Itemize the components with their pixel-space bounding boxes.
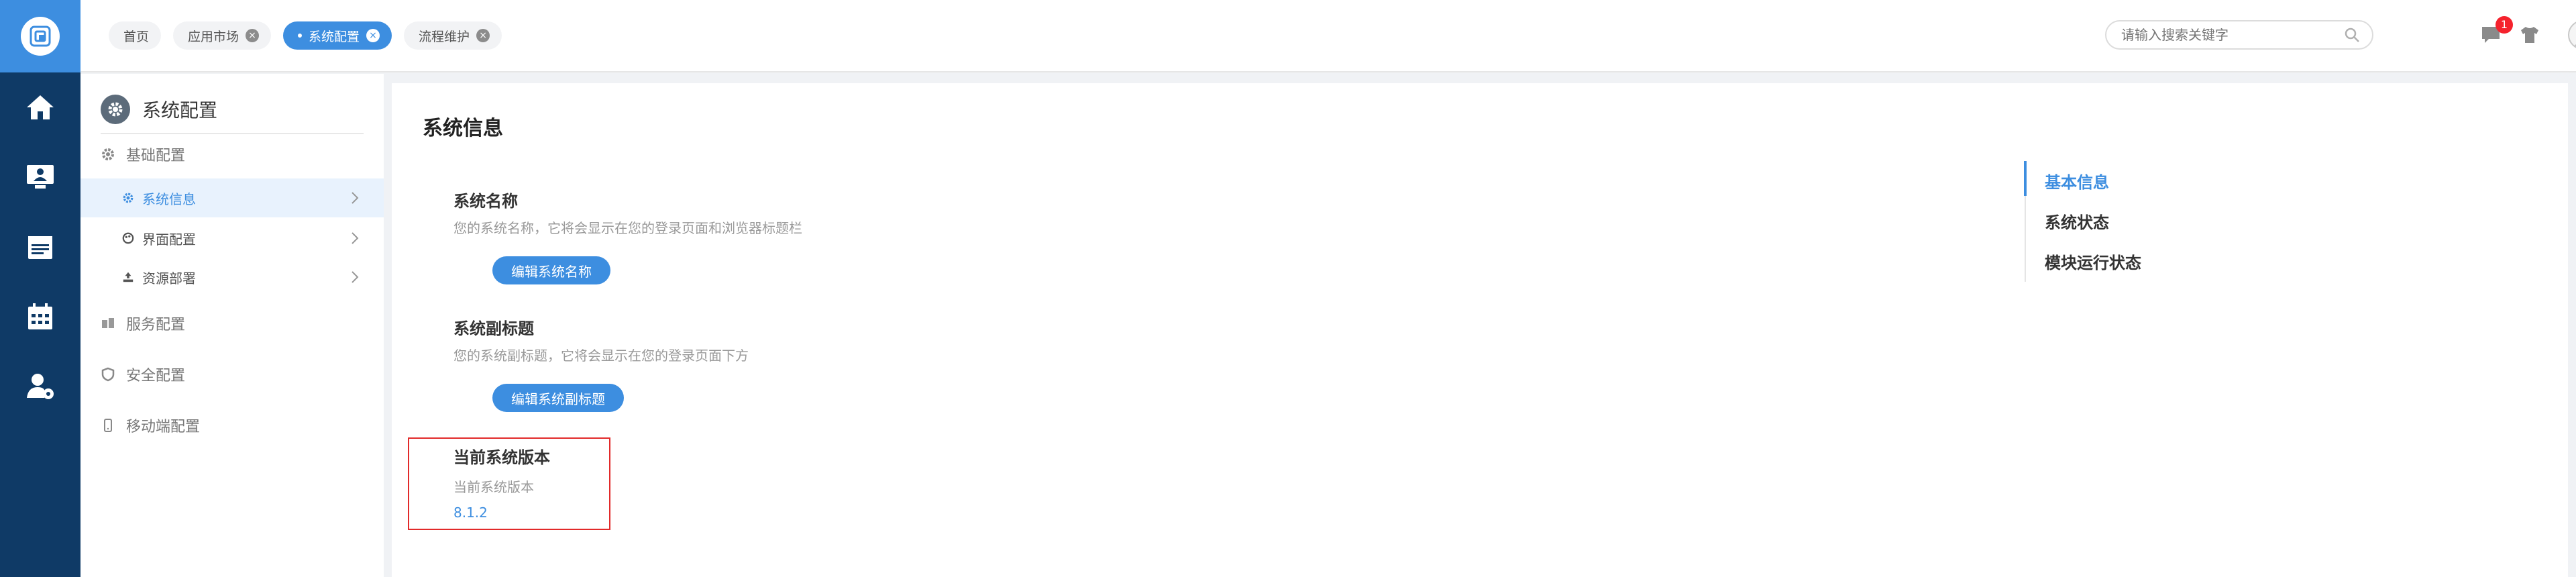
edit-system-name-button[interactable]: 编辑系统名称	[492, 256, 610, 284]
tab-home[interactable]: 首页	[109, 21, 162, 50]
anchor-active-bar	[2024, 161, 2027, 196]
user-avatar-icon	[2572, 44, 2576, 48]
version-desc: 当前系统版本	[453, 479, 534, 495]
gear-icon	[102, 148, 114, 160]
palette-icon	[122, 232, 134, 244]
skin-icon[interactable]	[2520, 25, 2540, 44]
chevron-right-icon	[352, 232, 359, 244]
gear-icon	[101, 95, 130, 124]
service-icon	[102, 318, 114, 328]
sidebar-item-label: 资源部署	[142, 270, 196, 286]
system-subtitle-title: 系统副标题	[453, 319, 534, 338]
sidebar-group-label: 安全配置	[126, 368, 186, 384]
gear-icon	[123, 193, 133, 203]
monitor-user-icon	[27, 165, 54, 189]
tab-label: 应用市场	[188, 29, 239, 44]
close-icon[interactable]: ×	[246, 29, 260, 42]
sidebar-item-label: 系统信息	[142, 191, 196, 207]
sidebar-title: 系统配置	[142, 99, 218, 121]
version-value: 8.1.2	[453, 505, 488, 521]
app-logo[interactable]	[0, 0, 80, 72]
edit-system-subtitle-button[interactable]: 编辑系统副标题	[492, 384, 624, 412]
tab-label: 首页	[123, 29, 150, 44]
search-box	[2105, 20, 2373, 50]
sidebar-group-mobile[interactable]: 移动端配置	[101, 412, 200, 439]
system-subtitle-desc: 您的系统副标题，它将会显示在您的登录页面下方	[453, 348, 749, 364]
mobile-icon	[104, 419, 112, 432]
sidebar-group-label: 服务配置	[126, 317, 186, 333]
rail-home[interactable]	[0, 72, 80, 142]
tab-system-config[interactable]: 系统配置 ×	[283, 21, 392, 50]
sidebar-group-service[interactable]: 服务配置	[101, 310, 185, 337]
close-icon[interactable]: ×	[476, 29, 490, 42]
sidebar-item-resource-deploy[interactable]: 资源部署	[80, 258, 384, 297]
version-title: 当前系统版本	[453, 448, 550, 467]
sidebar-item-label: 界面配置	[142, 231, 196, 248]
sidebar-group-label: 基础配置	[126, 148, 186, 164]
shield-icon	[101, 367, 115, 382]
config-sidebar: 系统配置 基础配置 系统信息 界面配置 资源部署 服务配置 安全配置 移动端配置	[80, 74, 384, 577]
chevron-right-icon	[352, 271, 359, 283]
home-icon	[27, 95, 54, 119]
anchor-basic-info[interactable]: 基本信息	[2045, 169, 2109, 193]
tab-strip: 首页 应用市场 × 系统配置 × 流程维护 ×	[109, 21, 502, 50]
rail-monitor[interactable]	[0, 142, 80, 212]
chevron-right-icon	[352, 192, 359, 204]
avatar[interactable]	[2568, 20, 2576, 50]
rail-list[interactable]	[0, 212, 80, 282]
page-title: 系统信息	[423, 117, 503, 140]
anchor-nav: 基本信息 系统状态 模块运行状态	[2024, 161, 2186, 282]
rail-user-settings[interactable]	[0, 352, 80, 421]
sidebar-item-ui-config[interactable]: 界面配置	[80, 219, 384, 258]
search-icon[interactable]	[2344, 27, 2360, 43]
notification-badge: 1	[2496, 16, 2513, 34]
tab-process-maintenance[interactable]: 流程维护 ×	[404, 21, 502, 50]
tab-app-market[interactable]: 应用市场 ×	[173, 21, 272, 50]
system-name-desc: 您的系统名称，它将会显示在您的登录页面和浏览器标题栏	[453, 220, 802, 236]
top-bar: 首页 应用市场 × 系统配置 × 流程维护 × 1	[80, 0, 2576, 72]
anchor-module-status[interactable]: 模块运行状态	[2045, 250, 2141, 273]
upload-icon	[123, 272, 133, 282]
sidebar-group-basic[interactable]: 基础配置	[101, 141, 185, 168]
search-input[interactable]	[2121, 27, 2344, 43]
tab-label: 系统配置	[309, 29, 360, 44]
tab-label: 流程维护	[419, 29, 470, 44]
rail-calendar[interactable]	[0, 282, 80, 352]
panel-divider	[384, 74, 389, 577]
sidebar-item-system-info[interactable]: 系统信息	[80, 178, 384, 217]
sidebar-header: 系统配置	[101, 86, 364, 134]
sidebar-group-security[interactable]: 安全配置	[101, 361, 185, 388]
notification-button[interactable]: 1	[2481, 16, 2513, 46]
logo-icon	[21, 17, 60, 56]
user-settings-icon	[27, 374, 54, 399]
anchor-system-status[interactable]: 系统状态	[2045, 209, 2109, 233]
active-dot-icon	[298, 34, 303, 38]
calendar-icon	[28, 303, 52, 329]
left-icon-rail	[0, 0, 80, 577]
system-name-title: 系统名称	[453, 192, 518, 211]
calendar-list-icon	[28, 236, 52, 259]
close-icon[interactable]: ×	[366, 29, 380, 42]
main-content: 系统信息 系统名称 您的系统名称，它将会显示在您的登录页面和浏览器标题栏 编辑系…	[392, 83, 2568, 577]
sidebar-group-label: 移动端配置	[126, 419, 201, 435]
